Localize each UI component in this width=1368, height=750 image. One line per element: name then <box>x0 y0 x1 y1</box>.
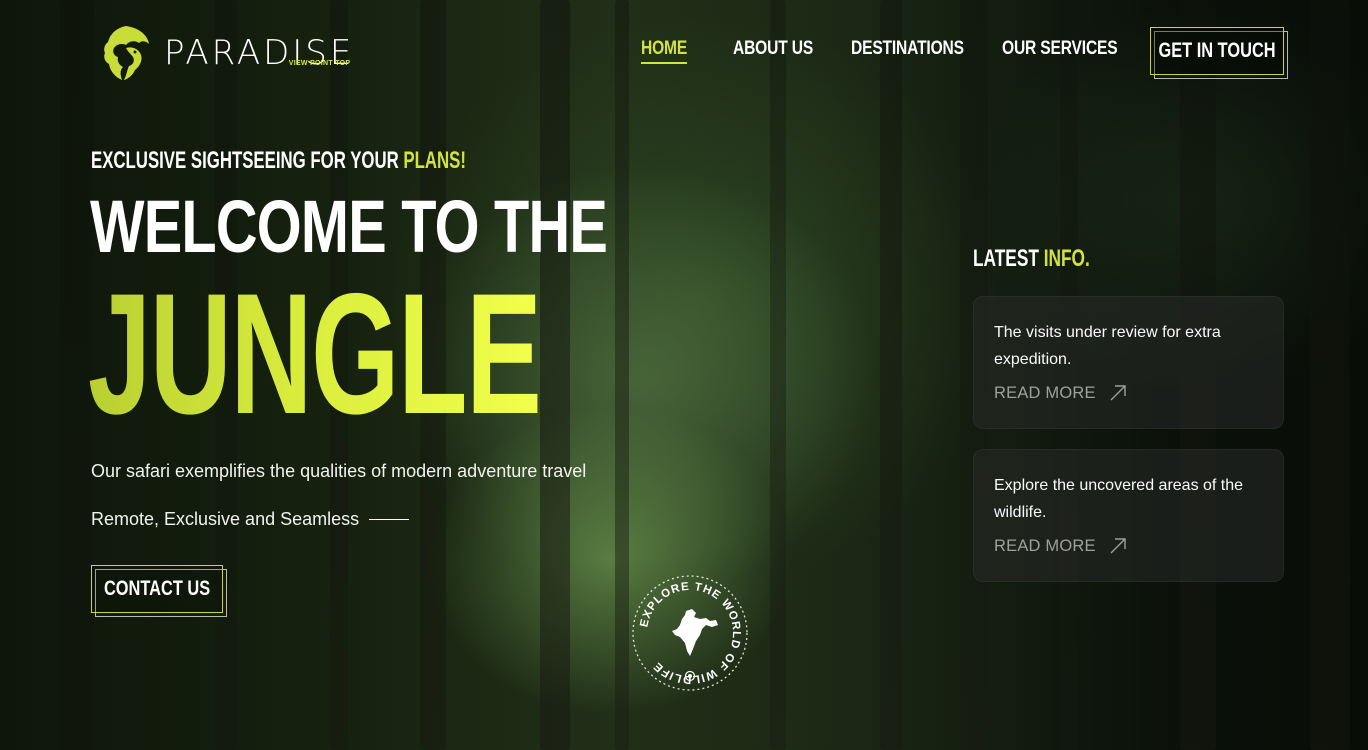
brand-tagline: VIEW POINT TOP <box>288 60 351 67</box>
info-card-text: Explore the uncovered areas of the wildl… <box>994 477 1244 521</box>
read-more-link[interactable]: READ MORE <box>994 536 1263 556</box>
lion-head-icon <box>104 26 149 80</box>
read-more-label: READ MORE <box>994 383 1096 402</box>
nav-destinations[interactable]: DESTINATIONS <box>851 38 964 60</box>
info-card: Explore the uncovered areas of the wildl… <box>973 449 1284 582</box>
hero-eyebrow-text: EXCLUSIVE SIGHTSEEING FOR YOUR <box>91 147 404 174</box>
contact-us-label: CONTACT US <box>103 577 211 600</box>
get-in-touch-button[interactable]: GET IN TOUCH <box>1150 27 1284 75</box>
arrow-up-right-icon <box>1110 385 1126 401</box>
hero-eyebrow-highlight: PLANS! <box>403 147 466 174</box>
latest-info-title-text: LATEST <box>973 245 1044 272</box>
nav-home[interactable]: HOME <box>641 38 687 64</box>
hero-title-line2: JUNGLE <box>88 258 542 450</box>
contact-us-button-wrap: CONTACT US <box>91 565 227 617</box>
brand-logo[interactable]: PARADISE VIEW POINT TOP <box>102 24 354 82</box>
hero-subline-text: Remote, Exclusive and Seamless <box>91 509 360 529</box>
nav-about-us[interactable]: ABOUT US <box>733 38 813 60</box>
hero-eyebrow: EXCLUSIVE SIGHTSEEING FOR YOUR PLANS! <box>91 147 466 175</box>
subline-divider <box>369 519 410 520</box>
arrow-up-right-icon <box>1110 538 1126 554</box>
read-more-label: READ MORE <box>994 536 1096 555</box>
india-map-icon <box>672 609 718 656</box>
hero-title-line1: WELCOME TO THE <box>90 185 608 268</box>
latest-info-title: LATEST INFO. <box>973 245 1090 273</box>
get-in-touch-button-wrap: GET IN TOUCH <box>1150 27 1288 79</box>
info-card-text: The visits under review for extra expedi… <box>994 324 1221 368</box>
get-in-touch-label: GET IN TOUCH <box>1158 39 1276 62</box>
contact-us-button[interactable]: CONTACT US <box>91 565 223 613</box>
nav-our-services[interactable]: OUR SERVICES <box>1002 38 1118 60</box>
hero-tagline: Our safari exemplifies the qualities of … <box>91 461 587 481</box>
latest-info-title-highlight: INFO. <box>1043 245 1090 272</box>
read-more-link[interactable]: READ MORE <box>994 383 1263 403</box>
wildlife-badge: EXPLORE THE WORLD OF WILDLIFE <box>632 575 748 691</box>
info-card: The visits under review for extra expedi… <box>973 296 1284 429</box>
hero-subline: Remote, Exclusive and Seamless <box>91 509 410 530</box>
